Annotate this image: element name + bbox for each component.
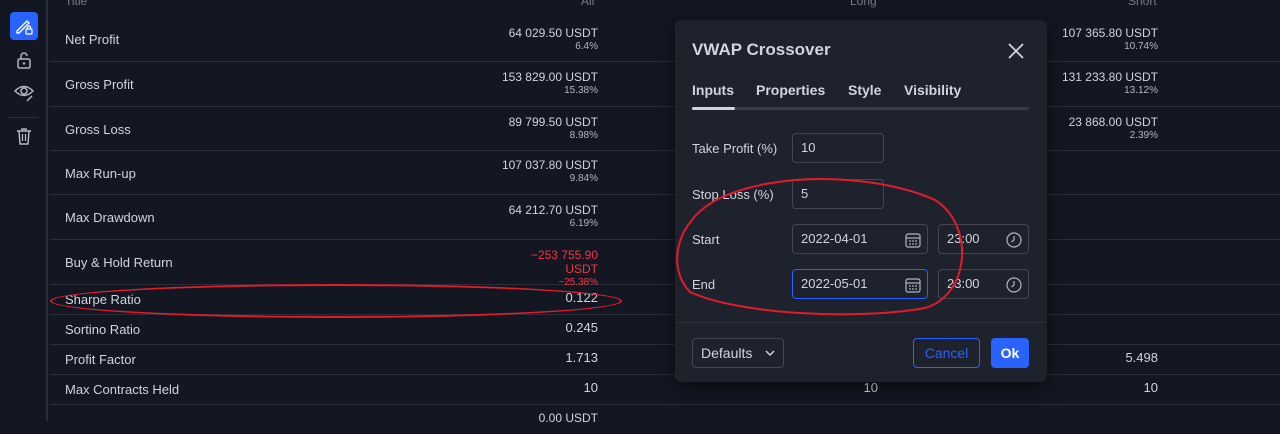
annotation-circle-dates <box>676 178 964 316</box>
